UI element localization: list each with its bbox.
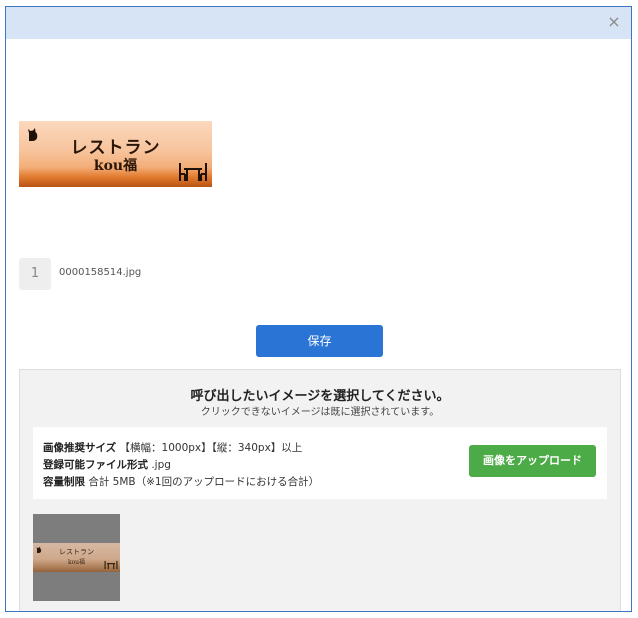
spec-format-value: .jpg [151,459,171,471]
spec-size-label: 画像推奨サイズ [43,442,117,454]
image-dialog: × レストラン kou福 1 0000158514.jpg 保存 呼び出したいイ… [5,6,632,612]
save-button[interactable]: 保存 [256,325,383,357]
file-name: 0000158514.jpg [59,267,142,278]
panel-title: 呼び出したいイメージを選択してください。 [190,389,450,404]
image-select-panel: 呼び出したいイメージを選択してください。 クリックできないイメージは既に選択され… [19,369,621,611]
dialog-titlebar: × [6,7,631,39]
spec-size-value: 【横幅：1000px】【縦：340px】以上 [119,442,303,454]
table-icon [104,560,118,570]
spec-capacity-value: 合計 5MB（※1回のアップロードにおける合計） [88,476,320,488]
close-icon[interactable]: × [603,10,625,34]
thumbnail-title: レストラン [59,548,94,556]
panel-subtitle: クリックできないイメージは既に選択されています。 [200,407,440,418]
thumbnail-banner: レストラン kou福 [33,543,120,572]
upload-image-button[interactable]: 画像をアップロード [469,445,596,477]
spec-capacity: 容量制限 合計 5MB（※1回のアップロードにおける合計） [43,474,319,489]
selected-image-preview: レストラン kou福 [19,121,212,187]
spec-size: 画像推奨サイズ 【横幅：1000px】【縦：340px】以上 [43,440,302,455]
upload-spec-box: 画像推奨サイズ 【横幅：1000px】【縦：340px】以上 登録可能ファイル形… [33,427,607,499]
file-index-badge: 1 [19,258,51,290]
table-icon [179,163,207,181]
spec-capacity-label: 容量制限 [43,476,85,488]
spec-format: 登録可能ファイル形式 .jpg [43,457,171,472]
spec-format-label: 登録可能ファイル形式 [43,459,148,471]
image-thumbnail[interactable]: レストラン kou福 [33,514,120,601]
